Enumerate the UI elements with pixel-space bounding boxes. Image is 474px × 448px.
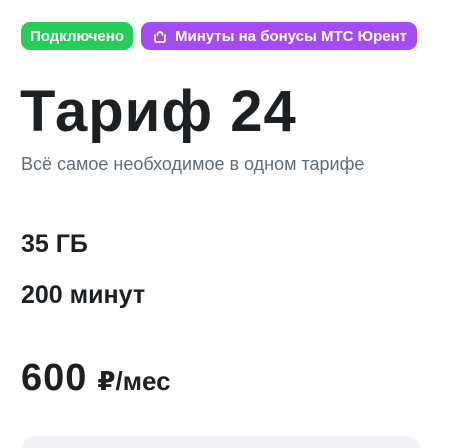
bonus-minutes-badge-label: Минуты на бонусы МТС Юрент <box>175 27 408 45</box>
price-unit: ₽/мес <box>97 366 171 396</box>
bonus-minutes-badge: Минуты на бонусы МТС Юрент <box>141 22 418 50</box>
tariff-card: Подключено Минуты на бонусы МТС Юрент Та… <box>0 0 474 448</box>
connected-badge-label: Подключено <box>30 27 124 45</box>
tariff-price: 600 ₽/мес <box>21 357 171 400</box>
data-allowance: 35 ГБ <box>21 230 88 258</box>
connected-badge: Подключено <box>21 22 133 50</box>
tariff-title: Тариф 24 <box>20 79 297 144</box>
badge-row: Подключено Минуты на бонусы МТС Юрент <box>21 22 418 50</box>
minutes-allowance: 200 минут <box>21 281 146 309</box>
gift-icon <box>151 27 169 45</box>
action-area[interactable] <box>21 436 421 448</box>
price-amount: 600 <box>21 357 88 399</box>
tariff-subtitle: Всё самое необходимое в одном тарифе <box>21 154 365 174</box>
